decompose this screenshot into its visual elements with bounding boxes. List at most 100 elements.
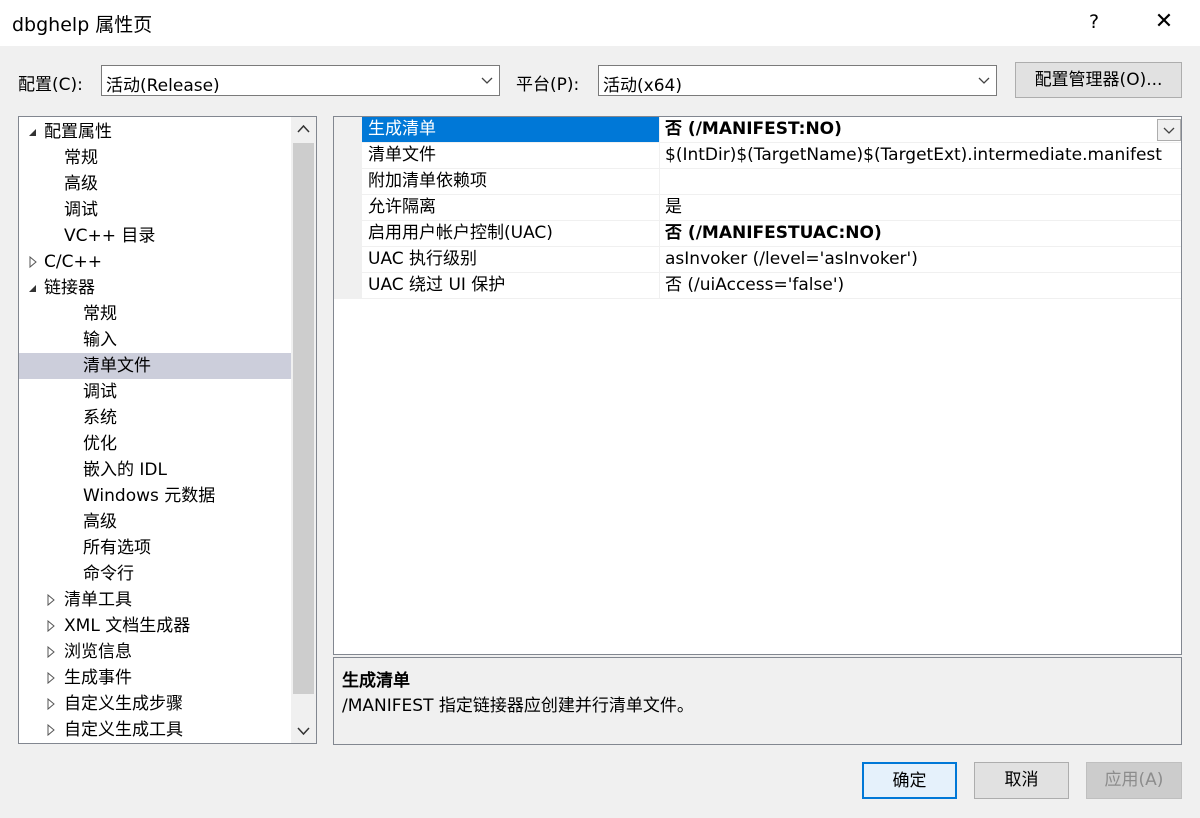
tree-item-label: 高级	[64, 174, 98, 194]
collapsed-triangle-icon[interactable]	[45, 717, 57, 743]
property-value[interactable]: 否 (/MANIFEST:NO)	[661, 117, 1181, 142]
property-value[interactable]	[661, 169, 1181, 194]
collapsed-triangle-icon[interactable]	[27, 249, 39, 275]
tree-item[interactable]: 清单工具	[19, 587, 291, 613]
property-row[interactable]: UAC 执行级别 asInvoker (/level='asInvoker')	[362, 247, 1181, 273]
tree-item[interactable]: 调试	[19, 197, 291, 223]
config-manager-button[interactable]: 配置管理器(O)...	[1015, 62, 1182, 98]
config-dropdown[interactable]: 活动(Release)	[101, 65, 500, 96]
chevron-down-icon	[481, 77, 493, 84]
platform-dropdown[interactable]: 活动(x64)	[598, 65, 997, 96]
tree-item-label: 清单文件	[83, 356, 151, 376]
property-value[interactable]: 否 (/MANIFESTUAC:NO)	[661, 221, 1181, 246]
tree-item-label: 配置属性	[44, 122, 112, 142]
scroll-down-icon[interactable]	[291, 719, 316, 743]
tree-item[interactable]: 系统	[19, 405, 291, 431]
tree-scrollbar[interactable]	[291, 117, 316, 743]
tree-item[interactable]: XML 文档生成器	[19, 613, 291, 639]
platform-value: 活动(x64)	[603, 76, 682, 96]
platform-label: 平台(P):	[516, 75, 580, 95]
tree-item-label: 链接器	[44, 278, 95, 298]
tree-item-label: 常规	[83, 304, 117, 324]
ok-button[interactable]: 确定	[862, 762, 957, 799]
tree-item[interactable]: 链接器	[19, 275, 291, 301]
tree-item[interactable]: 浏览信息	[19, 639, 291, 665]
description-panel: 生成清单 /MANIFEST 指定链接器应创建并行清单文件。	[333, 657, 1182, 745]
tree-item[interactable]: 配置属性	[19, 119, 291, 145]
tree-item[interactable]: 高级	[19, 171, 291, 197]
tree-item[interactable]: C/C++	[19, 249, 291, 275]
scroll-up-icon[interactable]	[291, 117, 316, 141]
tree-item[interactable]: 高级	[19, 509, 291, 535]
tree-item[interactable]: 调试	[19, 379, 291, 405]
property-value[interactable]: $(IntDir)$(TargetName)$(TargetExt).inter…	[661, 143, 1181, 168]
property-row[interactable]: 允许隔离是	[362, 195, 1181, 221]
tree-item-label: 优化	[83, 434, 117, 454]
tree-item-label: 高级	[83, 512, 117, 532]
tree-item-label: 输入	[83, 330, 117, 350]
cancel-button[interactable]: 取消	[974, 762, 1069, 799]
chevron-down-icon	[978, 77, 990, 84]
tree-item[interactable]: 嵌入的 IDL	[19, 457, 291, 483]
tree-item-label: 调试	[64, 200, 98, 220]
property-value[interactable]: 否 (/uiAccess='false')	[661, 273, 1181, 298]
value-dropdown-button[interactable]	[1157, 119, 1181, 141]
tree-item[interactable]: 命令行	[19, 561, 291, 587]
property-name[interactable]: 生成清单	[362, 117, 660, 142]
collapsed-triangle-icon[interactable]	[45, 587, 57, 613]
tree-item-label: 调试	[83, 382, 117, 402]
help-button[interactable]: ?	[1076, 6, 1112, 38]
collapsed-triangle-icon[interactable]	[45, 613, 57, 639]
tree-item[interactable]: 常规	[19, 301, 291, 327]
property-name[interactable]: 允许隔离	[362, 195, 660, 220]
tree-item[interactable]: 清单文件	[19, 353, 291, 379]
collapsed-triangle-icon[interactable]	[45, 665, 57, 691]
description-title: 生成清单	[342, 671, 410, 691]
property-grid: 生成清单否 (/MANIFEST:NO) 清单文件 $(IntDir)$(Targe…	[333, 116, 1182, 655]
property-row[interactable]: 清单文件 $(IntDir)$(TargetName)$(TargetExt).i…	[362, 143, 1181, 169]
tree-item[interactable]: Windows 元数据	[19, 483, 291, 509]
property-name[interactable]: UAC 执行级别	[362, 247, 660, 272]
tree-item-label: 清单工具	[64, 590, 132, 610]
collapsed-triangle-icon[interactable]	[45, 639, 57, 665]
tree-item-label: XML 文档生成器	[64, 616, 191, 636]
grid-gutter	[334, 117, 362, 299]
window-title: dbghelp 属性页	[12, 14, 153, 36]
tree-item-label: VC++ 目录	[64, 226, 156, 246]
property-row[interactable]: UAC 绕过 UI 保护否 (/uiAccess='false')	[362, 273, 1181, 299]
expanded-triangle-icon[interactable]	[27, 275, 39, 301]
tree-item-label: 常规	[64, 148, 98, 168]
tree-item[interactable]: 优化	[19, 431, 291, 457]
title-bar: dbghelp 属性页 ? ✕	[0, 0, 1200, 46]
tree-item[interactable]: VC++ 目录	[19, 223, 291, 249]
property-row[interactable]: 启用用户帐户控制(UAC) 否 (/MANIFESTUAC:NO)	[362, 221, 1181, 247]
tree-item-label: 生成事件	[64, 668, 132, 688]
tree-item-label: 系统	[83, 408, 117, 428]
tree-item-label: 嵌入的 IDL	[83, 460, 167, 480]
property-row[interactable]: 生成清单否 (/MANIFEST:NO)	[362, 117, 1181, 143]
close-button[interactable]: ✕	[1146, 6, 1182, 38]
tree-item-label: 命令行	[83, 564, 134, 584]
property-name[interactable]: UAC 绕过 UI 保护	[362, 273, 660, 298]
tree-item[interactable]: 自定义生成工具	[19, 717, 291, 743]
property-value[interactable]: asInvoker (/level='asInvoker')	[661, 247, 1181, 272]
tree-item[interactable]: 自定义生成步骤	[19, 691, 291, 717]
chevron-down-icon	[1163, 127, 1175, 134]
tree-item[interactable]: 输入	[19, 327, 291, 353]
property-name[interactable]: 附加清单依赖项	[362, 169, 660, 194]
tree-item[interactable]: 常规	[19, 145, 291, 171]
tree-item[interactable]: 生成事件	[19, 665, 291, 691]
property-name[interactable]: 清单文件	[362, 143, 660, 168]
tree-item-label: 自定义生成步骤	[64, 694, 183, 714]
collapsed-triangle-icon[interactable]	[45, 691, 57, 717]
tree-item-label: C/C++	[44, 252, 102, 272]
config-value: 活动(Release)	[106, 76, 220, 96]
tree-item-label: Windows 元数据	[83, 486, 216, 506]
property-name[interactable]: 启用用户帐户控制(UAC)	[362, 221, 660, 246]
expanded-triangle-icon[interactable]	[27, 119, 39, 145]
tree-item[interactable]: 所有选项	[19, 535, 291, 561]
apply-button[interactable]: 应用(A)	[1086, 762, 1182, 799]
property-value[interactable]: 是	[661, 195, 1181, 220]
scroll-thumb[interactable]	[293, 143, 314, 694]
property-row[interactable]: 附加清单依赖项	[362, 169, 1181, 195]
